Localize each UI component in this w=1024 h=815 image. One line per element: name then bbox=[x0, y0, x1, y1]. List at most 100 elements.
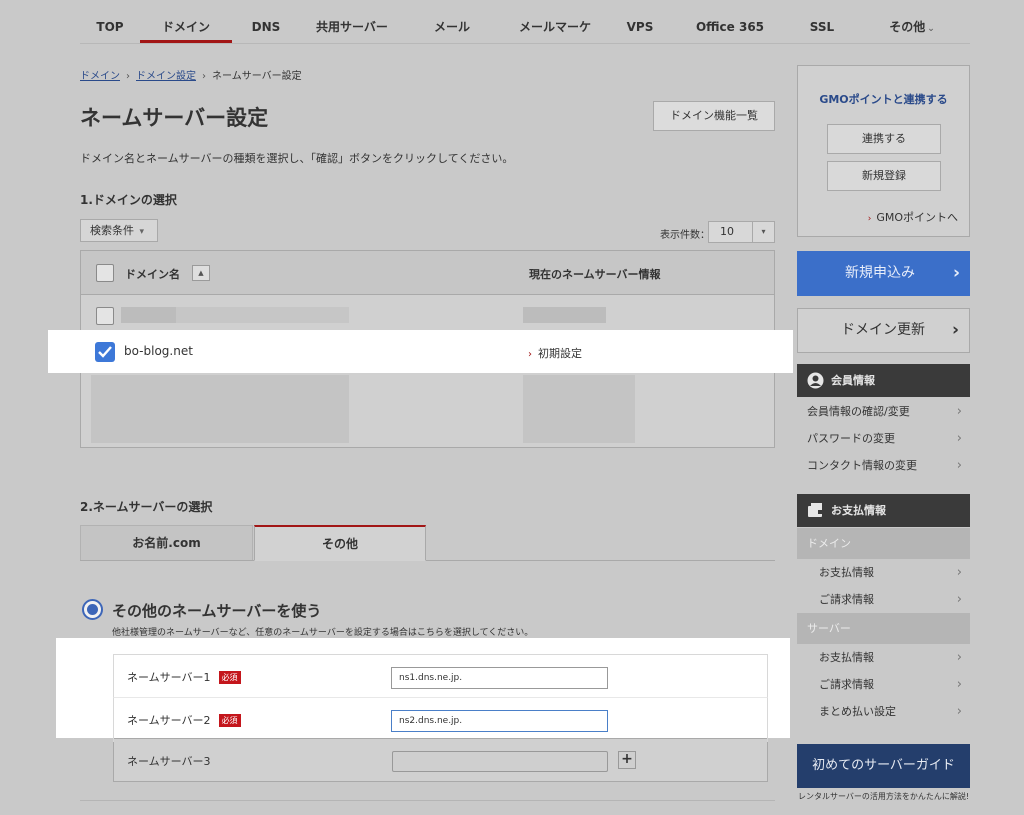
page-lead-text: ドメイン名とネームサーバーの種類を選択し、「確認」ボタンをクリックしてください。 bbox=[80, 152, 514, 165]
per-page-label: 表示件数： bbox=[660, 230, 710, 241]
ns-info-label: 初期設定 bbox=[538, 347, 582, 360]
section-nameserver-select-title: 2.ネームサーバーの選択 bbox=[80, 500, 213, 514]
sidebar-item-label: ご請求情報 bbox=[819, 678, 874, 691]
chevron-right-icon: › bbox=[956, 704, 962, 719]
nav-item-mail[interactable]: メール bbox=[404, 10, 500, 43]
chevron-right-icon: › bbox=[956, 431, 962, 446]
nameserver-2-label: ネームサーバー2 必須 bbox=[127, 712, 241, 728]
sidebar-category-domain: ドメイン bbox=[797, 528, 970, 559]
search-condition-dropdown[interactable]: 検索条件 ▾ bbox=[80, 219, 158, 242]
top-nav: TOP ドメイン DNS 共用サーバー メール メールマーケ VPS Offic… bbox=[80, 10, 970, 44]
breadcrumb-separator: › bbox=[126, 71, 130, 82]
chevron-down-icon: ▾ bbox=[752, 222, 774, 242]
sidebar-item-bulk-payment[interactable]: まとめ払い設定 › bbox=[797, 698, 970, 725]
server-guide-caption: レンタルサーバーの活用方法をかんたんに解説! bbox=[798, 792, 970, 801]
gmo-point-box: GMOポイントと連携する 連携する 新規登録 › GMOポイントへ bbox=[797, 65, 970, 237]
gmo-point-link-label: GMOポイントへ bbox=[876, 211, 958, 224]
sidebar-item-label: パスワードの変更 bbox=[807, 432, 895, 445]
other-nameserver-radio[interactable] bbox=[82, 599, 103, 620]
chevron-right-icon: › bbox=[956, 592, 962, 607]
divider bbox=[80, 800, 775, 801]
nav-item-shared-server[interactable]: 共用サーバー bbox=[300, 10, 404, 43]
new-application-button[interactable]: 新規申込み › bbox=[797, 251, 970, 296]
domain-renewal-label: ドメイン更新 bbox=[841, 322, 925, 338]
breadcrumb-domain[interactable]: ドメイン bbox=[80, 71, 120, 82]
nav-item-domain[interactable]: ドメイン bbox=[140, 10, 232, 43]
nav-item-ssl[interactable]: SSL bbox=[790, 10, 854, 43]
sidebar-item-server-billing[interactable]: ご請求情報 › bbox=[797, 671, 970, 698]
redacted-nameserver bbox=[523, 307, 606, 323]
caret-right-icon: › bbox=[867, 214, 872, 224]
nav-item-dns[interactable]: DNS bbox=[232, 10, 300, 43]
other-nameserver-description: 他社様管理のネームサーバーなど、任意のネームサーバーを設定する場合はこちらを選択… bbox=[112, 628, 534, 638]
sort-ascending-icon[interactable]: ▲ bbox=[192, 265, 210, 281]
gmo-link-button[interactable]: 連携する bbox=[827, 124, 941, 154]
section-domain-select-title: 1.ドメインの選択 bbox=[80, 193, 177, 207]
nav-item-mail-marketing[interactable]: メールマーケ bbox=[500, 10, 610, 43]
redacted-domain bbox=[121, 307, 176, 323]
sidebar-item-label: コンタクト情報の変更 bbox=[807, 459, 917, 472]
gmo-register-button[interactable]: 新規登録 bbox=[827, 161, 941, 191]
server-guide-banner[interactable]: 初めてのサーバーガイド bbox=[797, 744, 970, 788]
required-badge: 必須 bbox=[218, 714, 241, 727]
sidebar-item-password[interactable]: パスワードの変更 › bbox=[797, 425, 970, 452]
new-application-label: 新規申込み bbox=[845, 265, 915, 281]
required-badge: 必須 bbox=[218, 671, 241, 684]
select-all-checkbox[interactable] bbox=[96, 264, 114, 282]
nav-item-other[interactable]: その他 ⌄ bbox=[854, 10, 970, 43]
nameserver-3-label: ネームサーバー3 bbox=[127, 755, 211, 768]
breadcrumb: ドメイン › ドメイン設定 › ネームサーバー設定 bbox=[80, 67, 302, 82]
chevron-down-icon: ▾ bbox=[139, 227, 145, 237]
search-condition-label: 検索条件 bbox=[90, 224, 134, 237]
sidebar-item-member-info[interactable]: 会員情報の確認/変更 › bbox=[797, 398, 970, 425]
sidebar-category-server: サーバー bbox=[797, 613, 970, 644]
nav-label: VPS bbox=[626, 20, 654, 34]
tab-other[interactable]: その他 bbox=[254, 525, 426, 561]
tab-onamae[interactable]: お名前.com bbox=[80, 525, 253, 560]
gmo-point-link[interactable]: › GMOポイントへ bbox=[868, 209, 958, 225]
nameserver-2-input[interactable]: ns2.dns.ne.jp. bbox=[391, 710, 608, 732]
sidebar-item-contact[interactable]: コンタクト情報の変更 › bbox=[797, 452, 970, 479]
row-checkbox-checked[interactable] bbox=[95, 342, 115, 362]
per-page-select[interactable]: 10 ▾ bbox=[708, 221, 775, 243]
nameserver-3-input[interactable] bbox=[392, 751, 608, 772]
domain-renewal-button[interactable]: ドメイン更新 › bbox=[797, 308, 970, 353]
table-row[interactable]: bo-blog.net › 初期設定 bbox=[48, 330, 793, 373]
nav-label: その他 bbox=[889, 20, 926, 34]
nav-label: ドメイン bbox=[161, 20, 210, 34]
sidebar-item-server-payment[interactable]: お支払情報 › bbox=[797, 644, 970, 671]
user-circle-icon bbox=[807, 372, 824, 389]
nav-label: 共用サーバー bbox=[316, 20, 388, 34]
payment-info-header: お支払情報 bbox=[797, 494, 970, 527]
chevron-right-icon: › bbox=[956, 404, 962, 419]
domain-name: bo-blog.net bbox=[124, 344, 193, 358]
row-checkbox[interactable] bbox=[96, 307, 114, 325]
chevron-right-icon: › bbox=[956, 677, 962, 692]
nameserver-row-1: ネームサーバー1 必須 ns1.dns.ne.jp. bbox=[113, 654, 768, 698]
add-nameserver-button[interactable]: + bbox=[618, 751, 636, 769]
nameserver-row-3: ネームサーバー3 + bbox=[113, 738, 768, 782]
nav-item-top[interactable]: TOP bbox=[80, 10, 140, 43]
col-header-domain: ドメイン名 bbox=[125, 268, 180, 281]
nameserver-1-label: ネームサーバー1 必須 bbox=[127, 669, 241, 685]
chevron-right-icon: › bbox=[956, 650, 962, 665]
breadcrumb-current: ネームサーバー設定 bbox=[212, 71, 302, 82]
nav-label: DNS bbox=[251, 20, 281, 34]
nav-label: SSL bbox=[809, 20, 835, 34]
nameserver-tabs: お名前.com その他 bbox=[80, 525, 775, 561]
chevron-right-icon: › bbox=[951, 320, 959, 340]
chevron-right-icon: › bbox=[956, 458, 962, 473]
sidebar-item-domain-payment[interactable]: お支払情報 › bbox=[797, 559, 970, 586]
breadcrumb-domain-settings[interactable]: ドメイン設定 bbox=[136, 71, 196, 82]
current-nameserver-info[interactable]: › 初期設定 bbox=[528, 345, 582, 361]
nav-label: TOP bbox=[96, 20, 124, 34]
gmo-point-title: GMOポイントと連携する bbox=[819, 93, 948, 106]
sidebar-item-label: まとめ払い設定 bbox=[819, 705, 896, 718]
nav-item-vps[interactable]: VPS bbox=[610, 10, 670, 43]
member-info-title: 会員情報 bbox=[831, 374, 875, 387]
breadcrumb-separator: › bbox=[202, 71, 206, 82]
sidebar-item-domain-billing[interactable]: ご請求情報 › bbox=[797, 586, 970, 613]
domain-functions-button[interactable]: ドメイン機能一覧 bbox=[653, 101, 775, 131]
nameserver-1-input[interactable]: ns1.dns.ne.jp. bbox=[391, 667, 608, 689]
nav-item-office365[interactable]: Office 365 bbox=[670, 10, 790, 43]
